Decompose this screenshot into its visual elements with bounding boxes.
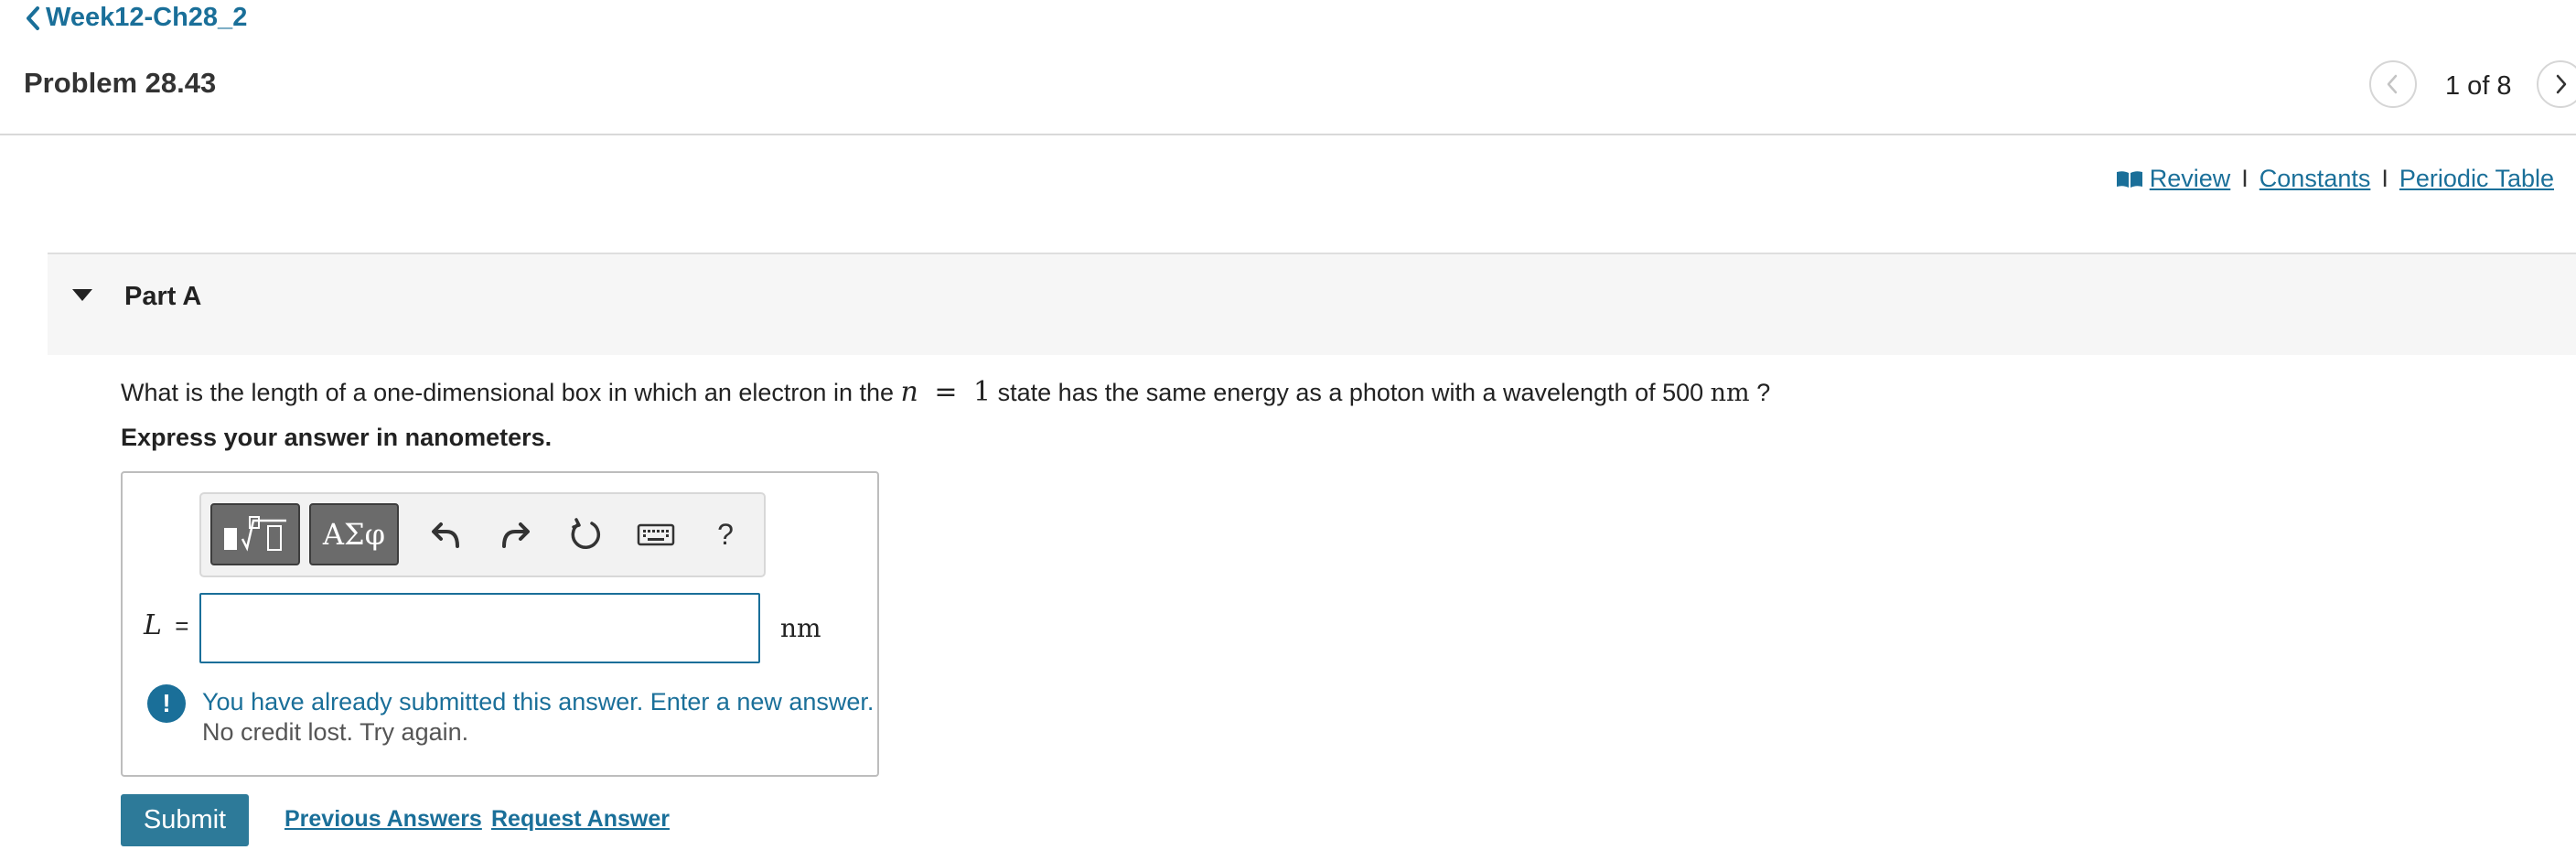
answer-variable: L bbox=[144, 609, 162, 641]
redo-icon[interactable] bbox=[496, 514, 536, 554]
back-to-assignment-link[interactable]: Week12-Ch28_2 bbox=[24, 3, 247, 33]
undo-icon[interactable] bbox=[425, 514, 466, 554]
question-text-middle: state has the same energy as a photon wi… bbox=[997, 379, 1704, 406]
answer-unit: nm bbox=[780, 613, 821, 643]
chevron-left-icon bbox=[27, 5, 39, 30]
alert-icon: ! bbox=[147, 684, 186, 723]
problem-counter: 1 of 8 bbox=[2445, 71, 2512, 101]
math-toolbar: ΑΣφ ? bbox=[199, 492, 766, 577]
wavelength-unit: nm bbox=[1710, 379, 1750, 407]
question-mark: ? bbox=[1756, 379, 1771, 406]
resource-links: Review I Constants I Periodic Table bbox=[2115, 165, 2554, 193]
templates-icon bbox=[224, 516, 286, 552]
header-divider bbox=[0, 134, 2576, 135]
part-label: Part A bbox=[124, 282, 202, 311]
equals-sign: = bbox=[934, 376, 958, 408]
submit-button[interactable]: Submit bbox=[121, 794, 249, 846]
answer-instruction: Express your answer in nanometers. bbox=[121, 424, 553, 451]
help-button[interactable]: ? bbox=[705, 514, 746, 554]
previous-problem-button[interactable] bbox=[2369, 60, 2417, 108]
question-text: What is the length of a one-dimensional … bbox=[121, 376, 1770, 408]
request-answer-link[interactable]: Request Answer bbox=[491, 806, 670, 833]
templates-button[interactable] bbox=[210, 503, 300, 565]
alert-submessage: No credit lost. Try again. bbox=[202, 718, 469, 746]
review-link-label: Review bbox=[2149, 165, 2231, 192]
separator: I bbox=[2241, 165, 2249, 192]
keyboard-icon[interactable] bbox=[636, 514, 676, 554]
previous-answers-link[interactable]: Previous Answers bbox=[284, 806, 482, 833]
alert-message: You have already submitted this answer. … bbox=[202, 688, 875, 716]
periodic-table-link[interactable]: Periodic Table bbox=[2399, 165, 2554, 193]
collapse-caret-icon[interactable] bbox=[72, 289, 92, 301]
problem-title: Problem 28.43 bbox=[24, 67, 217, 99]
separator: I bbox=[2381, 165, 2388, 192]
quantum-number-symbol: n bbox=[900, 376, 918, 408]
book-icon bbox=[2115, 169, 2144, 189]
greek-symbols-button[interactable]: ΑΣφ bbox=[309, 503, 399, 565]
quantum-number-value: 1 bbox=[973, 376, 992, 408]
answer-variable-label: L = bbox=[144, 609, 188, 641]
answer-input[interactable] bbox=[199, 593, 760, 663]
answer-equals: = bbox=[175, 612, 189, 640]
chevron-left-icon bbox=[2387, 74, 2398, 94]
chevron-right-icon bbox=[2556, 74, 2567, 94]
next-problem-button[interactable] bbox=[2537, 60, 2576, 108]
back-link-label: Week12-Ch28_2 bbox=[46, 3, 248, 32]
question-text-start: What is the length of a one-dimensional … bbox=[121, 379, 895, 406]
review-link[interactable]: Review bbox=[2115, 165, 2231, 193]
part-header[interactable] bbox=[48, 253, 2576, 355]
constants-link[interactable]: Constants bbox=[2259, 165, 2371, 193]
reset-icon[interactable] bbox=[565, 514, 606, 554]
